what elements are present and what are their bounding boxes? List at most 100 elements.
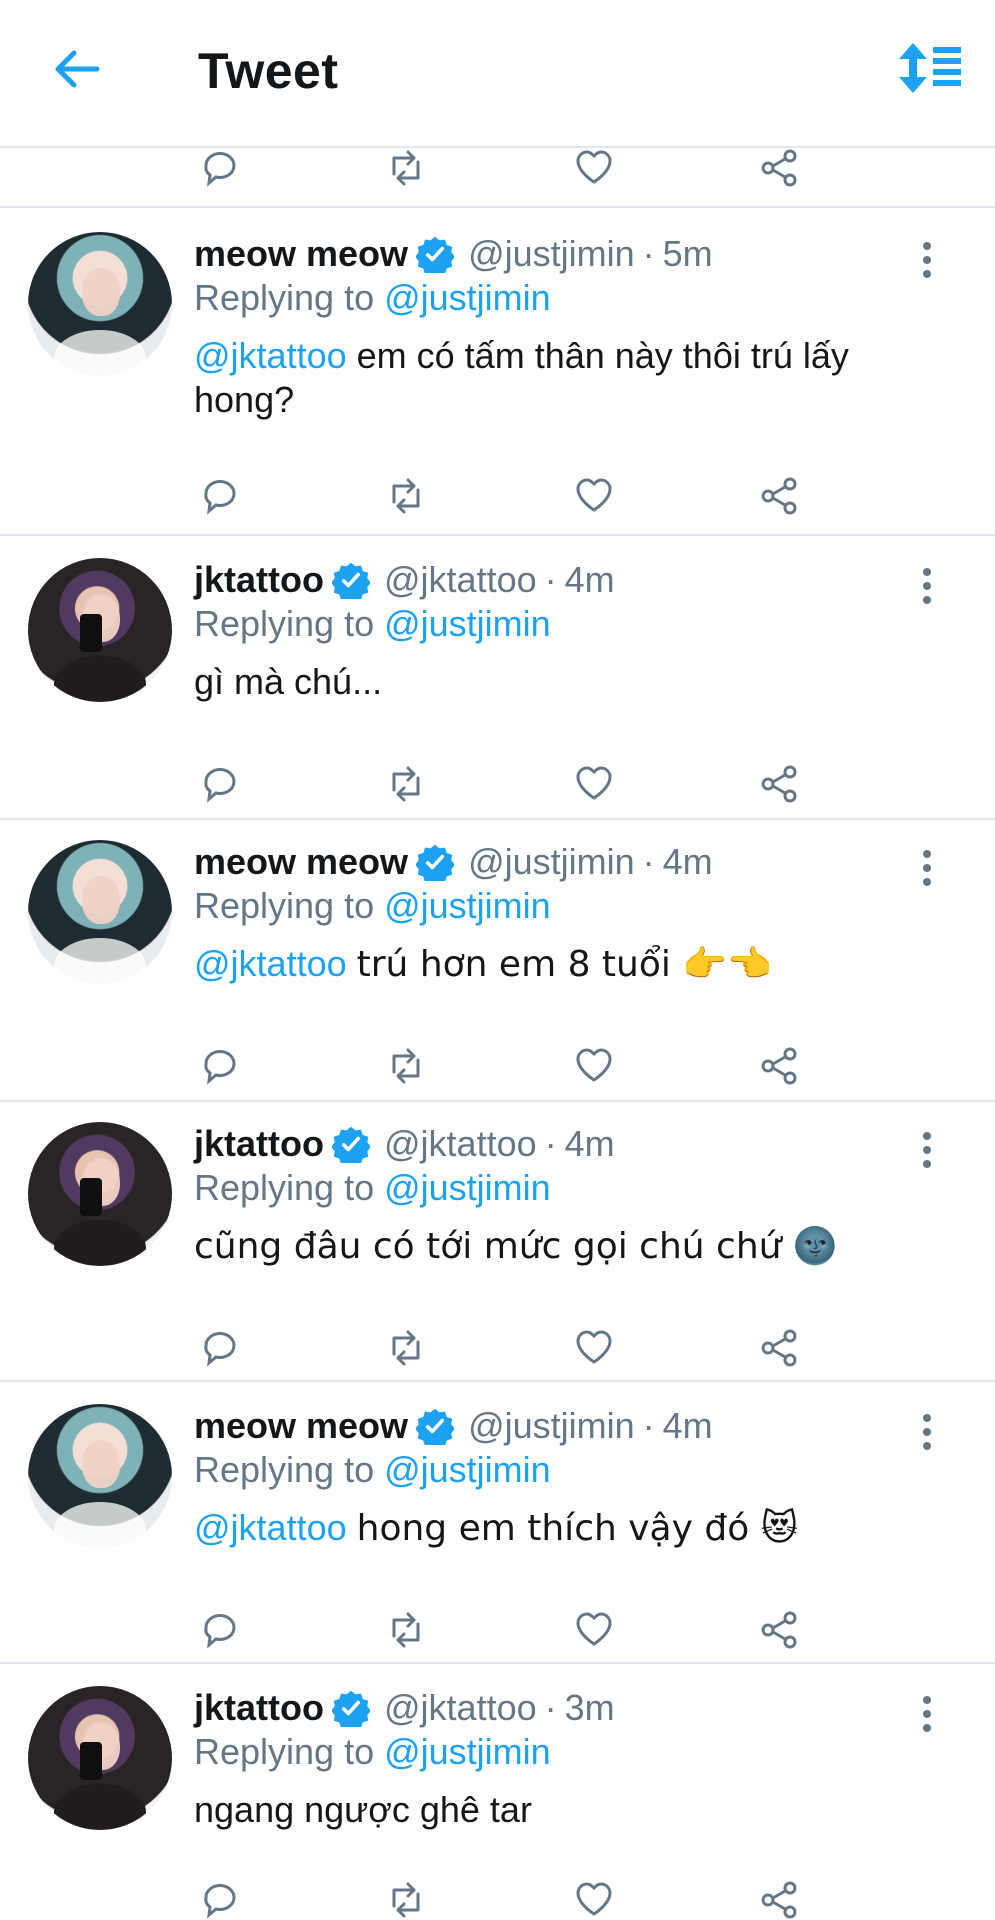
tweet-menu-button[interactable] bbox=[907, 1128, 947, 1172]
verified-badge-icon bbox=[330, 1123, 372, 1165]
like-button[interactable] bbox=[566, 758, 622, 810]
retweet-icon bbox=[392, 766, 420, 802]
tweet-item[interactable]: jktattoo @jktattoo · 4m Replying to @justji… bbox=[0, 1100, 995, 1382]
share-button[interactable] bbox=[752, 1874, 808, 1920]
reply-button[interactable] bbox=[192, 470, 248, 522]
reply-button[interactable] bbox=[192, 142, 248, 194]
heart-icon bbox=[576, 150, 612, 184]
retweet-button[interactable] bbox=[378, 1040, 434, 1092]
avatar[interactable] bbox=[28, 840, 172, 984]
reply-mention-link[interactable]: @justjimin bbox=[384, 277, 551, 319]
like-button[interactable] bbox=[566, 1040, 622, 1092]
reply-button[interactable] bbox=[192, 1604, 248, 1656]
mention-link[interactable]: @jktattoo bbox=[194, 943, 347, 984]
reply-mention-link[interactable]: @justjimin bbox=[384, 1167, 551, 1209]
tweet-text: @jktattoo em có tấm thân này thôi trú lấ… bbox=[194, 334, 914, 422]
action-bar bbox=[192, 142, 832, 194]
retweet-button[interactable] bbox=[378, 142, 434, 194]
reply-mention-link[interactable]: @justjimin bbox=[384, 1731, 551, 1773]
page-title: Tweet bbox=[198, 43, 339, 99]
share-icon bbox=[761, 1611, 797, 1649]
reply-mention-link[interactable]: @justjimin bbox=[384, 603, 551, 645]
timestamp: 5m bbox=[662, 233, 713, 274]
share-button[interactable] bbox=[752, 1322, 808, 1374]
like-button[interactable] bbox=[566, 1604, 622, 1656]
more-vertical-icon bbox=[923, 1696, 931, 1732]
reply-icon bbox=[204, 1332, 236, 1367]
mention-link[interactable]: @jktattoo bbox=[194, 335, 347, 376]
action-bar bbox=[192, 1874, 832, 1920]
tweet-item[interactable]: meow meow @justjimin · 5m Replying to @just… bbox=[0, 210, 995, 536]
tweet-header: jktattoo @jktattoo · 4m bbox=[194, 556, 615, 604]
tweet-item[interactable]: meow meow @justjimin · 4m Replying to @just… bbox=[0, 818, 995, 1102]
handle[interactable]: @justjimin bbox=[468, 1405, 635, 1447]
tweet-menu-button[interactable] bbox=[907, 846, 947, 890]
share-button[interactable] bbox=[752, 758, 808, 810]
top-bar: Tweet bbox=[0, 0, 995, 148]
display-name[interactable]: jktattoo bbox=[194, 559, 324, 601]
display-name[interactable]: meow meow bbox=[194, 233, 408, 275]
reply-button[interactable] bbox=[192, 1040, 248, 1092]
reply-button[interactable] bbox=[192, 758, 248, 810]
separator-dot: · bbox=[642, 233, 655, 274]
handle[interactable]: @jktattoo bbox=[384, 1123, 537, 1165]
display-name[interactable]: meow meow bbox=[194, 1405, 408, 1447]
like-button[interactable] bbox=[566, 142, 622, 194]
share-button[interactable] bbox=[752, 142, 808, 194]
tweet-text: gì mà chú... bbox=[194, 660, 914, 704]
display-name[interactable]: jktattoo bbox=[194, 1687, 324, 1729]
tweet-item[interactable]: jktattoo @jktattoo · 4m Replying to @justji… bbox=[0, 536, 995, 820]
reply-icon bbox=[204, 480, 236, 515]
more-vertical-icon bbox=[923, 242, 931, 278]
like-button[interactable] bbox=[566, 1874, 622, 1920]
tweet-text: ngang ngược ghê tar bbox=[194, 1788, 914, 1832]
retweet-button[interactable] bbox=[378, 1322, 434, 1374]
retweet-button[interactable] bbox=[378, 758, 434, 810]
tweet-item[interactable]: meow meow @justjimin · 4m Replying to @just… bbox=[0, 1382, 995, 1664]
avatar[interactable] bbox=[28, 1686, 172, 1830]
handle[interactable]: @jktattoo bbox=[384, 1687, 537, 1729]
reply-icon bbox=[204, 768, 236, 803]
retweet-button[interactable] bbox=[378, 1604, 434, 1656]
sort-button[interactable] bbox=[893, 38, 967, 98]
tweet-menu-button[interactable] bbox=[907, 564, 947, 608]
handle[interactable]: @justjimin bbox=[468, 233, 635, 275]
reply-icon bbox=[204, 152, 236, 187]
retweet-button[interactable] bbox=[378, 470, 434, 522]
retweet-button[interactable] bbox=[378, 1874, 434, 1920]
reply-context: Replying to @justjimin bbox=[194, 600, 551, 648]
share-button[interactable] bbox=[752, 1040, 808, 1092]
share-button[interactable] bbox=[752, 1604, 808, 1656]
back-button[interactable] bbox=[44, 36, 110, 102]
display-name[interactable]: jktattoo bbox=[194, 1123, 324, 1165]
avatar[interactable] bbox=[28, 232, 172, 376]
previous-tweet-actions bbox=[0, 146, 995, 208]
reply-button[interactable] bbox=[192, 1874, 248, 1920]
avatar[interactable] bbox=[28, 558, 172, 702]
tweet-menu-button[interactable] bbox=[907, 1692, 947, 1736]
reply-mention-link[interactable]: @justjimin bbox=[384, 1449, 551, 1491]
share-button[interactable] bbox=[752, 470, 808, 522]
reply-icon bbox=[204, 1884, 236, 1919]
retweet-icon bbox=[392, 1048, 420, 1084]
handle[interactable]: @jktattoo bbox=[384, 559, 537, 601]
share-icon bbox=[761, 765, 797, 803]
reply-mention-link[interactable]: @justjimin bbox=[384, 885, 551, 927]
avatar[interactable] bbox=[28, 1122, 172, 1266]
action-bar bbox=[192, 470, 832, 522]
sort-icon bbox=[899, 43, 961, 93]
tweet-menu-button[interactable] bbox=[907, 1410, 947, 1454]
reply-context: Replying to @justjimin bbox=[194, 1446, 551, 1494]
action-bar bbox=[192, 1604, 832, 1656]
handle[interactable]: @justjimin bbox=[468, 841, 635, 883]
like-button[interactable] bbox=[566, 1322, 622, 1374]
like-button[interactable] bbox=[566, 470, 622, 522]
reply-button[interactable] bbox=[192, 1322, 248, 1374]
tweet-menu-button[interactable] bbox=[907, 238, 947, 282]
display-name[interactable]: meow meow bbox=[194, 841, 408, 883]
tweet-item[interactable]: jktattoo @jktattoo · 3m Replying to @justji… bbox=[0, 1664, 995, 1920]
replying-label: Replying to bbox=[194, 1167, 375, 1208]
avatar[interactable] bbox=[28, 1404, 172, 1548]
verified-badge-icon bbox=[330, 1687, 372, 1729]
mention-link[interactable]: @jktattoo bbox=[194, 1507, 347, 1548]
